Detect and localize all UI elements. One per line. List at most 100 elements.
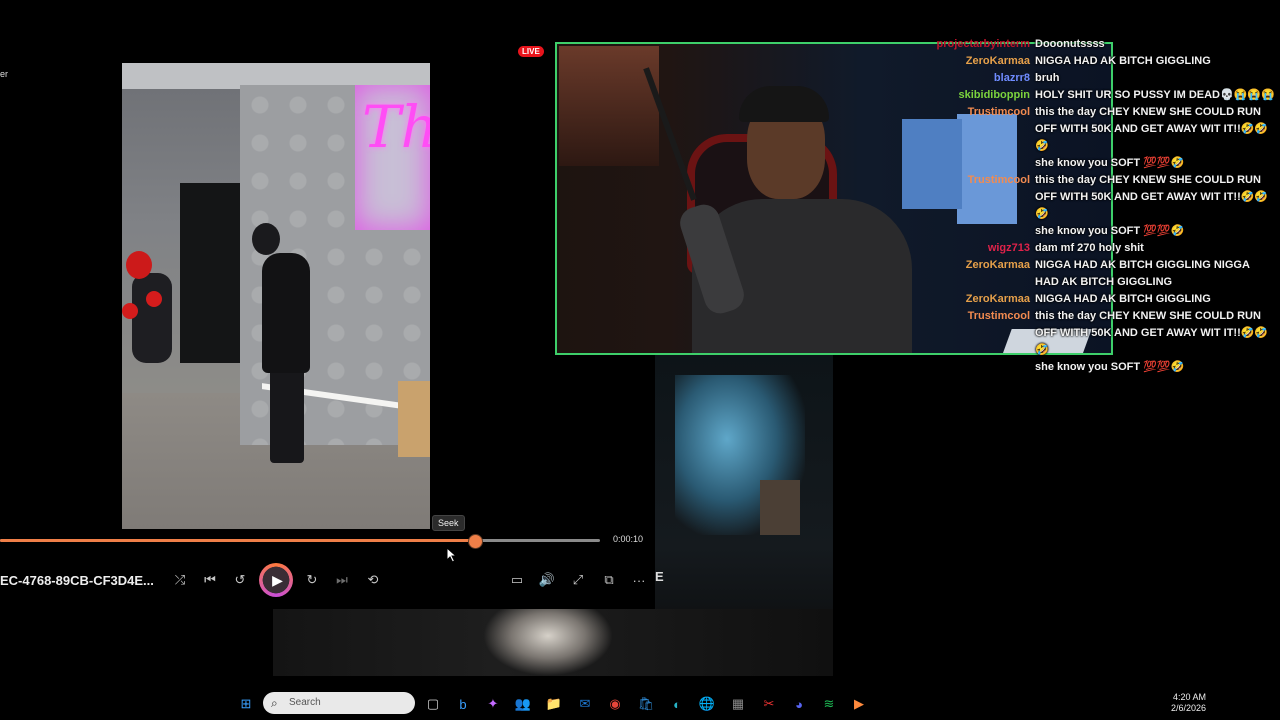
boxer-red-headgear — [126, 251, 152, 279]
play-icon: ▶ — [272, 571, 283, 588]
copilot-icon[interactable]: ✦ — [482, 693, 504, 715]
skip-forward-icon[interactable]: ↻ — [300, 569, 324, 591]
boxing-glove — [146, 291, 162, 307]
playback-controls: EC-4768-89CB-CF3D4E... ⤮ ⏮ ↺ ▶ ↻ ⏭ ⟲ ▭ 🔊… — [0, 563, 655, 597]
edge-icon[interactable]: ◐ — [666, 693, 688, 715]
wall-board — [760, 480, 800, 535]
more-options-icon[interactable]: ··· — [627, 569, 651, 591]
repeat-icon[interactable]: ⟲ — [361, 569, 385, 591]
snipping-tool-icon[interactable]: ✂ — [758, 693, 780, 715]
search-icon: ⌕ — [271, 696, 278, 710]
boxer-black-head — [252, 223, 280, 255]
boxer-black-body — [262, 253, 310, 373]
chat-text: Dooonutssss — [1035, 38, 1105, 50]
chat-message: ZeroKarmaa NIGGA HAD AK BITCH GIGGLING NI… — [935, 257, 1280, 291]
chat-username[interactable]: Trustimcool — [935, 172, 1030, 189]
sneaker-shape — [483, 609, 613, 676]
wall-panel — [180, 183, 240, 363]
discord-icon[interactable]: ◕ — [788, 693, 810, 715]
taskbar-search[interactable]: ⌕ Search — [263, 692, 415, 714]
chat-message: blazrr8 bruh — [935, 70, 1280, 87]
boxer-black-legs — [270, 363, 304, 463]
window-title: er — [0, 69, 9, 79]
chat-username[interactable]: blazrr8 — [935, 70, 1030, 87]
streamer-cap — [739, 86, 829, 122]
outlook-icon[interactable]: ✉ — [574, 693, 596, 715]
seek-tooltip: Seek — [432, 515, 465, 531]
chat-text: HOLY SHIT UR SO PUSSY IM DEAD💀😭😭😭 — [1035, 89, 1275, 101]
clock-time: 4:20 AM — [1172, 692, 1206, 702]
browser-icon[interactable]: 🌐 — [696, 693, 718, 715]
chat-text: bruh — [1035, 72, 1060, 84]
chat-text: this the day CHEY KNEW SHE COULD RUN OFF… — [1035, 174, 1269, 220]
chat-username[interactable]: ZeroKarmaa — [935, 291, 1030, 308]
chat-username[interactable]: projectarbyinterm — [935, 36, 1030, 53]
chat-message: she know you SOFT 💯💯🤣 — [935, 223, 1280, 240]
chrome-icon[interactable]: ◉ — [604, 693, 626, 715]
boxing-glove — [122, 303, 138, 319]
fullscreen-icon[interactable]: ⤢ — [566, 569, 590, 591]
mouse-cursor-icon — [446, 547, 458, 563]
file-explorer-icon[interactable]: 📁 — [543, 693, 565, 715]
taskbar: ⌕ Search ⊞ ▢ b ✦ 👥 📁 ✉ ◉ 🛍 ◐ 🌐 ▦ ✂ ◕ ≋ ▶ 4:20 AM 2/6/20… — [0, 687, 1222, 720]
chat-text: dam mf 270 holy shit — [1035, 242, 1144, 254]
system-clock[interactable]: 4:20 AM 2/6/2026 — [1160, 692, 1206, 714]
video-frame[interactable]: Th — [122, 63, 430, 529]
chat-message: ZeroKarmaa NIGGA HAD AK BITCH GIGGLING — [935, 53, 1280, 70]
chat-text: NIGGA HAD AK BITCH GIGGLING NIGGA HAD AK… — [1035, 259, 1253, 288]
boxer-red-body — [132, 273, 172, 363]
media-player-icon[interactable]: ▶ — [848, 693, 870, 715]
chat-text: this the day CHEY KNEW SHE COULD RUN OFF… — [1035, 106, 1269, 152]
store-icon[interactable]: 🛍 — [635, 693, 657, 715]
skip-back-icon[interactable]: ↺ — [228, 569, 252, 591]
live-badge: LIVE — [518, 46, 544, 57]
chat-message: Trustimcool this the day CHEY KNEW SHE CO… — [935, 172, 1280, 223]
chat-message: she know you SOFT 💯💯🤣 — [935, 155, 1280, 172]
start-icon[interactable]: ⊞ — [235, 693, 257, 715]
chat-username[interactable]: skibidiboppin — [935, 87, 1031, 104]
chat-overlay: projectarbyinterm Dooonutssss ZeroKarmaa NI… — [935, 36, 1280, 376]
next-icon[interactable]: ⏭ — [330, 569, 354, 591]
cardboard-box — [398, 381, 430, 457]
seek-progress — [0, 539, 474, 542]
previous-icon[interactable]: ⏮ — [198, 569, 222, 591]
shelf — [559, 46, 659, 166]
chat-message: ZeroKarmaa NIGGA HAD AK BITCH GIGGLING — [935, 291, 1280, 308]
bing-icon[interactable]: b — [452, 693, 474, 715]
chat-username[interactable]: Trustimcool — [935, 104, 1030, 121]
chat-message: wigz713 dam mf 270 holy shit — [935, 240, 1280, 257]
chat-username[interactable]: Trustimcool — [935, 308, 1030, 325]
chat-message: Trustimcool this the day CHEY KNEW SHE CO… — [935, 308, 1280, 359]
chat-text: she know you SOFT 💯💯🤣 — [1035, 225, 1185, 237]
seek-bar[interactable] — [0, 534, 600, 549]
chat-text: NIGGA HAD AK BITCH GIGGLING — [1035, 55, 1211, 67]
chat-message: she know you SOFT 💯💯🤣 — [935, 359, 1280, 376]
chat-text: NIGGA HAD AK BITCH GIGGLING — [1035, 293, 1211, 305]
media-title: EC-4768-89CB-CF3D4E... — [0, 573, 154, 588]
total-time: 0:00:10 — [613, 534, 644, 544]
teams-icon[interactable]: 👥 — [512, 693, 534, 715]
chat-text: this the day CHEY KNEW SHE COULD RUN OFF… — [1035, 310, 1269, 356]
chat-username[interactable]: ZeroKarmaa — [935, 257, 1030, 274]
seek-thumb[interactable] — [468, 534, 483, 549]
chat-message: projectarbyinterm Dooonutssss — [935, 36, 1280, 53]
calculator-icon[interactable]: ▦ — [727, 693, 749, 715]
chat-username[interactable]: wigz713 — [935, 240, 1030, 257]
task-view-icon[interactable]: ▢ — [422, 693, 444, 715]
clock-date: 2/6/2026 — [1170, 703, 1206, 713]
chat-message: Trustimcool this the day CHEY KNEW SHE CO… — [935, 104, 1280, 155]
volume-icon[interactable]: 🔊 — [535, 569, 559, 591]
background-video-strip — [273, 609, 833, 676]
miniplayer-icon[interactable]: ⧉ — [597, 569, 621, 591]
shuffle-icon[interactable]: ⤮ — [168, 569, 192, 591]
spotify-icon[interactable]: ≋ — [818, 693, 840, 715]
captions-icon[interactable]: ▭ — [505, 569, 529, 591]
chat-text: she know you SOFT 💯💯🤣 — [1035, 361, 1185, 373]
play-button[interactable]: ▶ — [259, 563, 293, 597]
search-placeholder: Search — [289, 697, 321, 708]
chat-message: skibidiboppin HOLY SHIT UR SO PUSSY IM DE… — [935, 87, 1280, 104]
neon-sign-lettering: Th — [362, 93, 430, 161]
chat-text: she know you SOFT 💯💯🤣 — [1035, 157, 1185, 169]
chat-username[interactable]: ZeroKarmaa — [935, 53, 1030, 70]
window-letter: E — [655, 569, 664, 584]
